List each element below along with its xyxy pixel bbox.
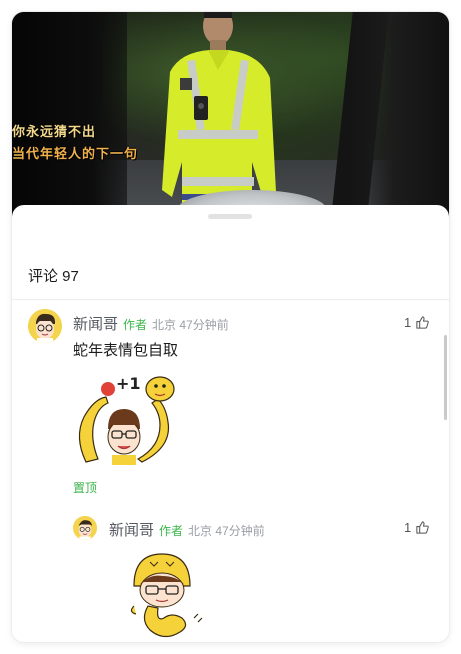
thumbs-up-icon [416, 316, 429, 329]
thumbs-up-icon [416, 521, 429, 534]
reply-header: 新闻哥 作者 北京 47分钟前 [109, 519, 265, 540]
like-count: 1 [404, 315, 412, 330]
avatar[interactable] [28, 309, 62, 343]
cartoon-face-icon [28, 309, 62, 343]
comment-meta: 北京 47分钟前 [188, 524, 265, 538]
traffic-officer-image [162, 12, 276, 217]
car-door-frame-left [12, 12, 127, 217]
divider [12, 299, 449, 300]
pinned-label: 置顶 [73, 481, 98, 495]
like-button[interactable]: 1 [404, 520, 430, 535]
caption-line-2: 当代年轻人的下一句 [12, 147, 139, 162]
like-count: 1 [404, 520, 412, 535]
comments-title: 评论 97 [28, 268, 79, 285]
comment-sheet: 评论 97 新闻哥 作者 北京 47分钟前 1 蛇年表情包自取 +1 置顶 新闻… [12, 205, 449, 642]
scrollbar[interactable] [444, 335, 447, 420]
comment-header: 新闻哥 作者 北京 47分钟前 [73, 313, 229, 334]
video-caption: 你永远猜不出 当代年轻人的下一句 [12, 122, 138, 166]
cartoon-face-icon [73, 516, 97, 540]
comment-meta: 北京 47分钟前 [152, 318, 229, 332]
comment-card: 你永远猜不出 当代年轻人的下一句 评论 97 新闻哥 作者 北京 47分钟前 1… [12, 12, 449, 642]
caption-line-1: 你永远猜不出 [12, 125, 97, 140]
car-door-frame-right [349, 12, 449, 217]
author-name[interactable]: 新闻哥 [73, 313, 118, 334]
drag-handle[interactable] [208, 214, 252, 219]
author-name[interactable]: 新闻哥 [109, 519, 154, 540]
video-player[interactable]: 你永远猜不出 当代年轻人的下一句 [12, 12, 449, 217]
snake-face-sticker[interactable] [120, 548, 210, 642]
author-tag: 作者 [123, 318, 148, 332]
avatar[interactable] [73, 516, 97, 540]
snake-plus-one-sticker[interactable]: +1 [72, 367, 182, 467]
sticker-text: +1 [116, 374, 141, 393]
like-button[interactable]: 1 [404, 315, 430, 330]
author-tag: 作者 [159, 524, 184, 538]
comment-text: 蛇年表情包自取 [73, 342, 179, 359]
